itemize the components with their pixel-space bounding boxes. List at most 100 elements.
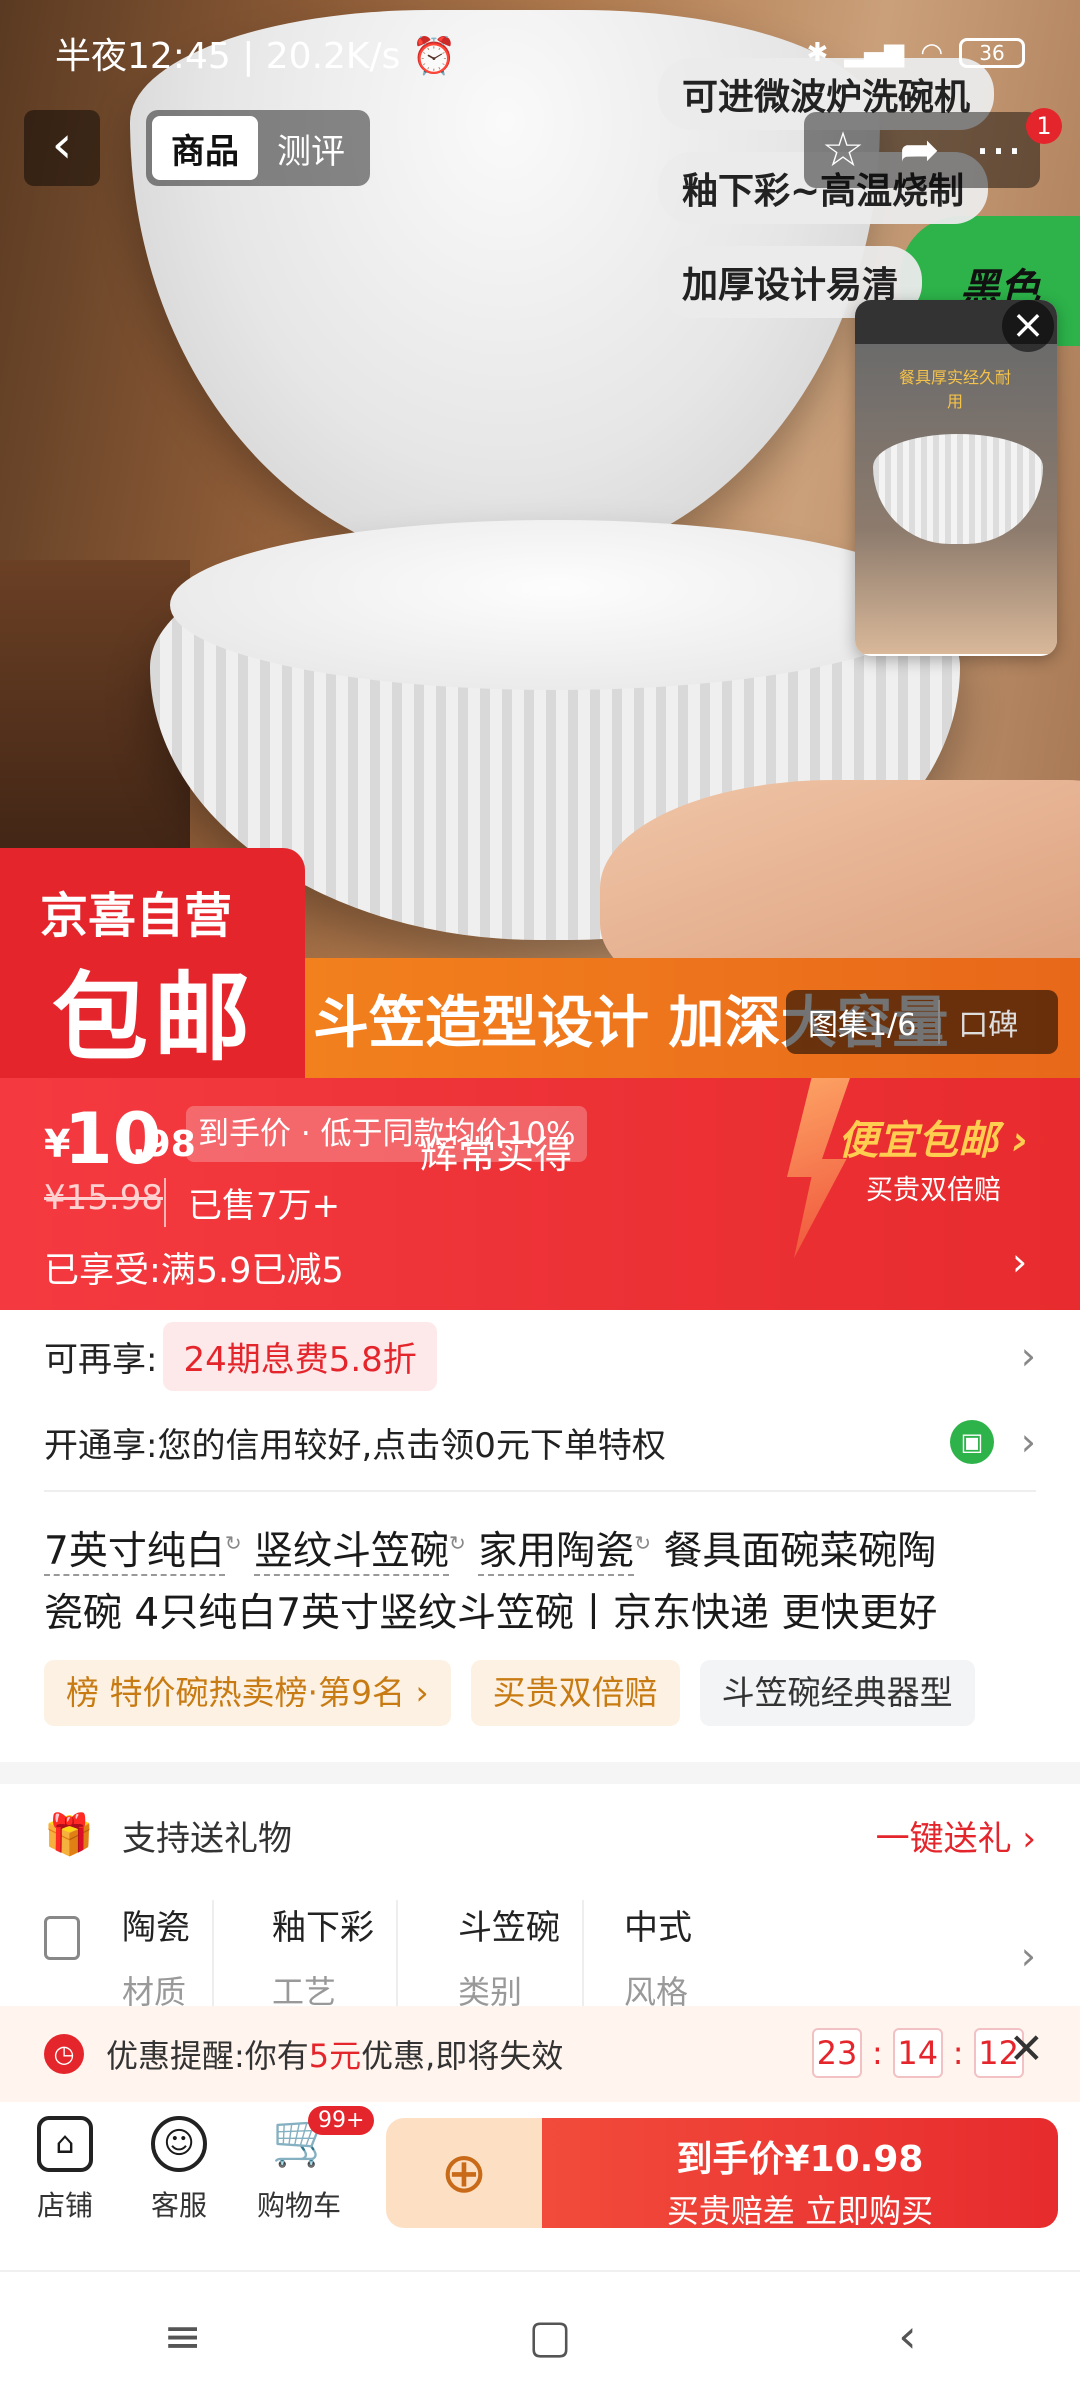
jingxi-label: 京喜自营 [40, 888, 233, 944]
rank-badge[interactable]: 榜 特价碗热卖榜·第9名 › [44, 1660, 451, 1726]
shop-label: 店铺 [36, 2189, 93, 2222]
original-price: ¥15.98 [44, 1178, 163, 1218]
cart-button[interactable]: 🛒 99+ 购物车 [244, 2106, 375, 2224]
status-bar: 半夜12:45 | 20.2K/s ⏰ ✱ ▂▄▆ ◠ 36 [0, 0, 1080, 105]
free-shipping-label: 包邮 [52, 962, 256, 1074]
title-keyword[interactable]: 家用陶瓷 [478, 1529, 635, 1576]
reminder-amount: 5元 [308, 2037, 362, 2075]
title-text: 餐具面碗菜碗陶 [663, 1529, 937, 1574]
shop-button[interactable]: ⌂ 店铺 [10, 2116, 120, 2224]
alarm-icon: ⏰ [411, 35, 457, 77]
installment-chip: 24期息费5.8折 [163, 1321, 437, 1391]
attribute-value: 中式 [624, 1908, 692, 1948]
send-gift-link[interactable]: 一键送礼 › [876, 1811, 1036, 1860]
sold-count: 已售7万+ [164, 1178, 340, 1227]
status-speed: 20.2K/s [265, 35, 401, 77]
bluetooth-icon: ✱ [806, 37, 829, 68]
installment-row[interactable]: 可再享: 24期息费5.8折 › [44, 1320, 1036, 1392]
gallery-reputation: 口碑 [938, 1000, 1018, 1044]
attribute-value: 斗笠碗 [458, 1908, 560, 1948]
title-keyword[interactable]: 7英寸纯白 [44, 1529, 225, 1576]
attribute-style: 中式 风格 [624, 1900, 714, 2011]
title-text: 瓷碗 4只纯白7英寸竖纹斗笠碗丨京东快递 更快更好 [44, 1591, 938, 1636]
cheap-shipping-title[interactable]: 便宜包邮 › [838, 1108, 1028, 1166]
gift-label: 支持送礼物 [122, 1818, 292, 1859]
buy-now-button[interactable]: 到手价¥10.98 买贵赔差 立即购买 [542, 2118, 1058, 2230]
signal-icon: ▂▄▆ [844, 37, 905, 68]
home-icon[interactable]: ▢ [528, 2309, 571, 2363]
shop-icon: ⌂ [37, 2116, 93, 2172]
gift-icon: 🎁 [44, 1812, 94, 1858]
top-tabs: 商品 测评 [146, 110, 370, 186]
attribute-category: 斗笠碗 类别 [458, 1900, 584, 2011]
back-button[interactable]: ‹ [24, 110, 100, 186]
price-panel: ¥ 10 .98 到手价 · 低于同款均价10% 辉常实得 ¥15.98 已售7… [0, 1078, 1080, 1310]
top-actions: ☆ ➦ ⋯ [804, 112, 1040, 188]
document-icon [44, 1916, 80, 1960]
add-cart-icon: ⊕ [440, 2140, 488, 2206]
service-label: 客服 [150, 2189, 207, 2222]
installment-label: 可再享: [44, 1339, 158, 1380]
chevron-right-icon: › [1020, 1934, 1036, 1978]
back-icon[interactable]: ‹ [898, 2309, 916, 2363]
title-keyword[interactable]: 竖纹斗笠碗 [254, 1529, 450, 1576]
product-title: 7英寸纯白↻ 竖纹斗笠碗↻ 家用陶瓷↻ 餐具面碗菜碗陶 瓷碗 4只纯白7英寸竖纹… [44, 1529, 938, 1636]
share-icon[interactable]: ➦ [899, 126, 939, 174]
message-badge: 1 [1026, 108, 1062, 144]
attribute-value: 釉下彩 [272, 1908, 374, 1948]
lightning-icon [787, 1078, 850, 1258]
attribute-material: 陶瓷 材质 [122, 1900, 214, 2011]
clock-icon: ◷ [44, 2034, 84, 2074]
service-button[interactable]: ☺ 客服 [124, 2116, 234, 2224]
wifi-icon: ◠ [920, 37, 943, 68]
video-caption: 餐具厚实经久耐用 [898, 368, 1011, 411]
gift-row[interactable]: 🎁 支持送礼物 一键送礼 › [44, 1800, 1036, 1870]
countdown-timer: 23: 14: 12 [812, 2028, 1024, 2078]
gallery-indicator[interactable]: 图集1/6 口碑 [786, 990, 1058, 1054]
close-icon[interactable]: ✕ [1009, 2024, 1044, 2073]
guarantee-badge[interactable]: 买贵双倍赔 [470, 1660, 680, 1726]
price-slogan: 辉常实得 [420, 1133, 573, 1177]
attribute-value: 陶瓷 [122, 1908, 190, 1948]
credit-row[interactable]: 开通享:您的信用较好,点击领0元下单特权 ▣ › [44, 1406, 1036, 1478]
chevron-right-icon: › [1020, 1420, 1036, 1464]
star-icon[interactable]: ☆ [821, 126, 864, 174]
coupon-reminder[interactable]: ◷ 优惠提醒:你有5元优惠,即将失效 23: 14: 12 ✕ [0, 2006, 1080, 2102]
bottom-action-bar: ⌂ 店铺 ☺ 客服 🛒 99+ 购物车 ⊕ 到手价¥10.98 买贵赔差 立即购… [0, 2102, 1080, 2270]
divider [44, 1490, 1036, 1492]
attributes-row[interactable]: 陶瓷 材质 釉下彩 工艺 斗笠碗 类别 中式 风格 › [44, 1900, 1036, 2011]
gallery-count: 图集1/6 [808, 1008, 917, 1043]
more-icon[interactable]: ⋯ [975, 126, 1023, 174]
product-badges: 榜 特价碗热卖榜·第9名 › 买贵双倍赔 斗笠碗经典器型 [44, 1660, 975, 1726]
chevron-right-icon: › [1020, 1334, 1036, 1378]
buy-label: 买贵赔差 立即购买 [666, 2192, 934, 2230]
shape-badge[interactable]: 斗笠碗经典器型 [699, 1660, 975, 1726]
system-nav-bar: ≡ ▢ ‹ [0, 2270, 1080, 2400]
tab-review[interactable]: 测评 [258, 116, 364, 180]
cart-label: 购物车 [256, 2189, 341, 2222]
countdown-hours: 23 [812, 2028, 862, 2078]
mini-bowl-image [873, 434, 1043, 544]
video-preview[interactable]: 餐具厚实经久耐用 [855, 300, 1057, 656]
status-time: 半夜12:45 [55, 35, 231, 77]
buy-price: 到手价¥10.98 [676, 2139, 924, 2180]
reminder-text: 优惠提醒:你有5元优惠,即将失效 [106, 2037, 564, 2075]
cart-badge: 99+ [308, 2106, 375, 2135]
applied-promo[interactable]: 已享受:满5.9已减5 [44, 1242, 344, 1293]
chevron-right-icon[interactable]: › [1012, 1240, 1027, 1284]
countdown-minutes: 14 [892, 2028, 943, 2078]
video-close-button[interactable]: × [1002, 300, 1054, 352]
back-arrow-icon: ‹ [51, 115, 73, 175]
jingxi-badge: 京喜自营 包邮 [0, 848, 305, 1078]
battery-icon: 36 [959, 37, 1025, 68]
attribute-craft: 釉下彩 工艺 [272, 1900, 398, 2011]
price-guarantee: 买贵双倍赔 [866, 1175, 1001, 1206]
menu-icon[interactable]: ≡ [163, 2309, 202, 2363]
service-icon: ☺ [151, 2116, 207, 2172]
section-separator [0, 1762, 1080, 1784]
credit-label: 开通享:您的信用较好,点击领0元下单特权 [44, 1425, 666, 1466]
tab-product[interactable]: 商品 [152, 116, 258, 180]
add-to-cart-button[interactable]: ⊕ [386, 2118, 542, 2228]
product-page: 半夜12:45 | 20.2K/s ⏰ ✱ ▂▄▆ ◠ 36 ‹ 商品 测评 ☆ ➦ … [0, 0, 1080, 2400]
bag-icon: ▣ [950, 1420, 994, 1464]
